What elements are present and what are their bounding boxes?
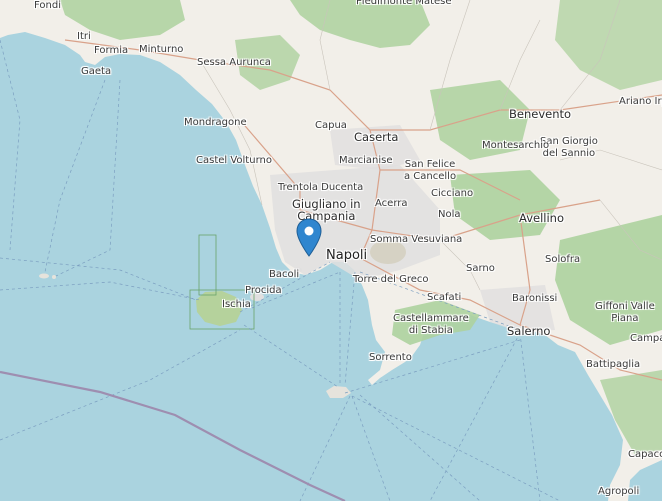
place-label-agropoli: Agropoli — [598, 486, 640, 497]
place-label-benevento: Benevento — [509, 107, 572, 121]
giffoni-line1: Giffoni Valle — [595, 301, 655, 312]
place-label-nola: Nola — [438, 209, 461, 220]
place-label-solofra: Solofra — [545, 254, 581, 265]
place-label-acerra: Acerra — [375, 198, 408, 209]
place-label-procida: Procida — [245, 285, 282, 296]
place-label-capaccio: Capacci — [628, 449, 662, 460]
giffoni-line2: Piana — [611, 313, 639, 324]
place-label-piedimonte-line1: Piedimonte Matese — [356, 0, 452, 7]
place-label-fondi: Fondi — [34, 0, 61, 11]
place-label-sarno: Sarno — [466, 263, 495, 274]
place-label-somma-vesuviana: Somma Vesuviana — [370, 234, 463, 245]
place-label-montesarchio: Montesarchio — [482, 140, 550, 151]
place-label-trentola-ducenta: Trentola Ducenta — [278, 182, 364, 193]
place-label-capua: Capua — [315, 120, 347, 131]
place-label-gaeta: Gaeta — [81, 66, 112, 77]
castellammare-line2: di Stabia — [408, 325, 453, 336]
place-label-baronissi: Baronissi — [512, 293, 558, 304]
place-label-cicciano: Cicciano — [431, 188, 474, 199]
place-label-campagna: Campa — [630, 333, 662, 344]
san-felice-line2: a Cancello — [404, 171, 457, 182]
map-pin-icon[interactable] — [296, 218, 322, 258]
castellammare-line1: Castellammare — [393, 313, 469, 324]
place-label-salerno: Salerno — [507, 324, 551, 338]
place-label-napoli: Napoli — [326, 248, 368, 263]
place-label-itri: Itri — [77, 31, 91, 42]
forest-picentini-south — [600, 370, 662, 455]
place-label-minturno: Minturno — [139, 44, 184, 55]
place-label-marcianise: Marcianise — [339, 155, 393, 166]
ventotene-island — [39, 273, 49, 279]
map-view[interactable]: Fondi Piedimonte Matese Itri Formia Mint… — [0, 0, 662, 501]
place-label-san-felice-a-cancello: San Felice a Cancello — [404, 159, 456, 183]
place-label-ischia: Ischia — [222, 299, 251, 310]
place-label-caserta: Caserta — [354, 130, 399, 144]
maritime-boundary — [0, 370, 346, 501]
marine-area-vivara — [198, 234, 217, 296]
place-label-piedimonte-matese: Piedimonte Matese — [356, 0, 452, 8]
place-label-giffoni-valle-piana: Giffoni Valle Piana — [595, 301, 655, 325]
place-label-avellino: Avellino — [519, 211, 564, 225]
place-label-battipaglia: Battipaglia — [586, 359, 641, 370]
place-label-sorrento: Sorrento — [369, 352, 412, 363]
place-label-formia: Formia — [94, 45, 129, 56]
place-label-ariano-irpino: Ariano Irp — [619, 96, 662, 107]
place-label-bacoli: Bacoli — [269, 269, 300, 280]
place-label-castellammare-di-stabia: Castellammare di Stabia — [393, 313, 469, 337]
place-label-torre-del-greco: Torre del Greco — [353, 274, 429, 285]
san-felice-line1: San Felice — [404, 159, 456, 170]
santo-stefano-island — [52, 275, 56, 279]
place-label-scafati: Scafati — [427, 292, 462, 303]
place-label-castel-volturno: Castel Volturno — [196, 155, 272, 166]
place-label-sessa-aurunca: Sessa Aurunca — [197, 57, 271, 68]
place-label-mondragone: Mondragone — [184, 117, 247, 128]
